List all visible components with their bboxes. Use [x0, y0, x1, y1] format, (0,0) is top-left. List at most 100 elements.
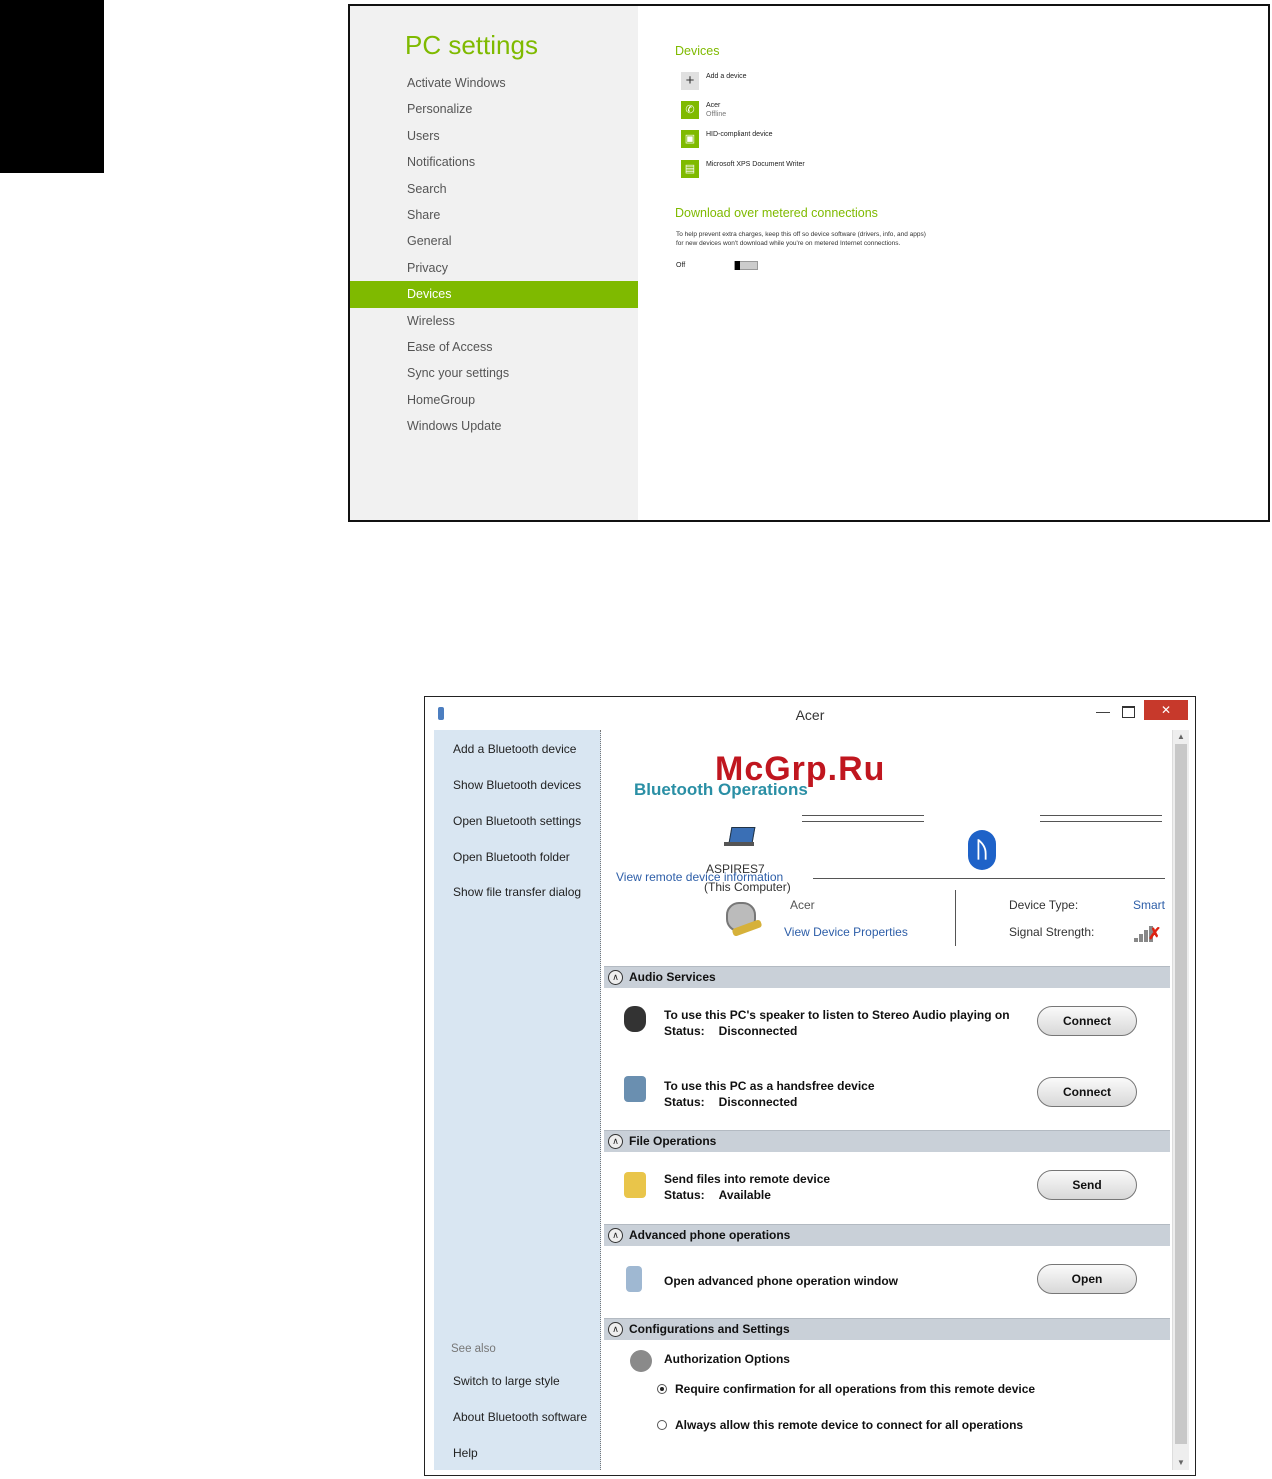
radio-require-confirmation[interactable] [657, 1384, 667, 1394]
sidebar-link-large-style[interactable]: Switch to large style [453, 1374, 560, 1388]
collapse-chevron-icon[interactable]: ∧ [608, 1322, 623, 1337]
toggle-knob [735, 261, 740, 270]
sidebar-link-open-folder[interactable]: Open Bluetooth folder [453, 850, 570, 864]
watermark: McGrp.Ru [715, 750, 886, 788]
nav-item-share[interactable]: Share [350, 202, 638, 228]
radio-label-require-confirmation[interactable]: Require confirmation for all operations … [675, 1382, 1035, 1396]
nav-item-windows-update[interactable]: Windows Update [350, 413, 638, 439]
bluetooth-sidebar: Add a Bluetooth device Show Bluetooth de… [434, 730, 601, 1470]
keys-icon [630, 1350, 652, 1372]
minimize-button[interactable]: — [1093, 704, 1113, 719]
phone-operation-text: Open advanced phone operation window [664, 1274, 899, 1288]
nav-item-personalize[interactable]: Personalize [350, 96, 638, 122]
bluetooth-main: Bluetooth Operations ASPIRES7 (This Comp… [602, 730, 1170, 1470]
devices-heading: Devices [675, 44, 720, 58]
folder-send-icon [624, 1172, 646, 1198]
section-header-phone[interactable]: ∧ Advanced phone operations [604, 1224, 1170, 1246]
headset-icon [624, 1076, 646, 1102]
nav-item-homegroup[interactable]: HomeGroup [350, 387, 638, 413]
connect-stereo-button[interactable]: Connect [1037, 1006, 1137, 1036]
printer-document-icon: ▤ [681, 160, 699, 178]
connection-line [802, 821, 924, 822]
scroll-down-arrow-icon[interactable]: ▼ [1173, 1456, 1189, 1470]
nav-item-sync-settings[interactable]: Sync your settings [350, 360, 638, 386]
view-remote-info-link[interactable]: View remote device information [616, 870, 783, 884]
scroll-thumb[interactable] [1175, 744, 1187, 1444]
nav-item-devices[interactable]: Devices [350, 281, 638, 308]
close-button[interactable]: ✕ [1144, 700, 1188, 720]
signal-strength-label: Signal Strength: [1009, 925, 1095, 939]
collapse-chevron-icon[interactable]: ∧ [608, 970, 623, 985]
sidebar-link-add-device[interactable]: Add a Bluetooth device [453, 742, 576, 756]
send-files-status: Status: Available [664, 1188, 771, 1202]
sidebar-link-file-transfer[interactable]: Show file transfer dialog [453, 885, 581, 899]
section-header-audio[interactable]: ∧ Audio Services [604, 966, 1170, 988]
nav-item-search[interactable]: Search [350, 176, 638, 202]
send-button[interactable]: Send [1037, 1170, 1137, 1200]
metered-description: To help prevent extra charges, keep this… [676, 231, 926, 247]
nav-item-privacy[interactable]: Privacy [350, 255, 638, 281]
radio-always-allow[interactable] [657, 1420, 667, 1430]
hid-device-icon: ▣ [681, 130, 699, 148]
open-phone-button[interactable]: Open [1037, 1264, 1137, 1294]
nav-item-users[interactable]: Users [350, 123, 638, 149]
audio-services-body: To use this PC's speaker to listen to St… [604, 988, 1170, 1128]
metered-heading: Download over metered connections [675, 206, 878, 220]
device-name: HID-compliant device [706, 131, 773, 138]
device-type-value: Smart [1133, 898, 1166, 912]
remote-device-name: Acer [790, 898, 815, 912]
audio-handsfree-status: Status: Disconnected [664, 1095, 798, 1109]
section-header-config[interactable]: ∧ Configurations and Settings [604, 1318, 1170, 1340]
bluetooth-icon: ᚢ [968, 830, 996, 870]
maximize-button[interactable] [1122, 706, 1135, 718]
nav-item-activate-windows[interactable]: Activate Windows [350, 70, 638, 96]
sidebar-link-help[interactable]: Help [453, 1446, 478, 1460]
section-title: Audio Services [629, 970, 716, 984]
section-header-file[interactable]: ∧ File Operations [604, 1130, 1170, 1152]
device-name: Acer [706, 102, 721, 109]
black-page-tab [0, 0, 104, 173]
connection-line [1040, 821, 1162, 822]
vertical-scrollbar[interactable]: ▲ ▼ [1172, 730, 1189, 1470]
nav-item-wireless[interactable]: Wireless [350, 308, 638, 334]
connection-line [1040, 815, 1162, 816]
audio-handsfree-text: To use this PC as a handsfree device [664, 1079, 875, 1093]
config-body: Authorization Options Require confirmati… [604, 1340, 1170, 1468]
device-name: Microsoft XPS Document Writer [706, 161, 805, 168]
laptop-base-icon [724, 842, 754, 846]
section-title: File Operations [629, 1134, 717, 1148]
radio-label-always-allow[interactable]: Always allow this remote device to conne… [675, 1418, 1023, 1432]
audio-stereo-text: To use this PC's speaker to listen to St… [664, 1008, 1010, 1022]
pc-settings-sidebar: PC settings Activate Windows Personalize… [350, 6, 638, 520]
sidebar-link-about[interactable]: About Bluetooth software [453, 1410, 587, 1424]
collapse-chevron-icon[interactable]: ∧ [608, 1228, 623, 1243]
nav-item-ease-of-access[interactable]: Ease of Access [350, 334, 638, 360]
mobile-phone-icon [626, 1266, 642, 1292]
vertical-divider [955, 890, 956, 946]
collapse-chevron-icon[interactable]: ∧ [608, 1134, 623, 1149]
sidebar-link-open-settings[interactable]: Open Bluetooth settings [453, 814, 581, 828]
plus-icon: + [681, 72, 699, 90]
section-divider [813, 878, 1165, 879]
nav-item-general[interactable]: General [350, 228, 638, 254]
audio-stereo-status: Status: Disconnected [664, 1024, 798, 1038]
scroll-up-arrow-icon[interactable]: ▲ [1173, 730, 1189, 744]
phone-icon: ✆ [681, 101, 699, 119]
connection-line [802, 815, 924, 816]
send-files-text: Send files into remote device [664, 1172, 831, 1186]
metered-toggle[interactable] [734, 261, 758, 270]
pc-settings-nav: Activate Windows Personalize Users Notif… [350, 70, 638, 439]
signal-strength-icon: ✗ [1134, 924, 1162, 943]
section-title: Advanced phone operations [629, 1228, 791, 1242]
pc-settings-window: PC settings Activate Windows Personalize… [348, 4, 1270, 522]
view-device-properties-link[interactable]: View Device Properties [784, 925, 908, 939]
sidebar-link-show-devices[interactable]: Show Bluetooth devices [453, 778, 581, 792]
headphones-icon [624, 1006, 646, 1032]
window-title: Acer [795, 707, 825, 723]
nav-item-notifications[interactable]: Notifications [350, 149, 638, 175]
pc-settings-content: Devices + Add a device ✆ Acer Offline ▣ … [638, 6, 1268, 520]
file-operations-body: Send files into remote device Status: Ava… [604, 1152, 1170, 1222]
metered-state-label: Off [676, 262, 686, 269]
connect-handsfree-button[interactable]: Connect [1037, 1077, 1137, 1107]
phone-operations-body: Open advanced phone operation window Ope… [604, 1246, 1170, 1316]
